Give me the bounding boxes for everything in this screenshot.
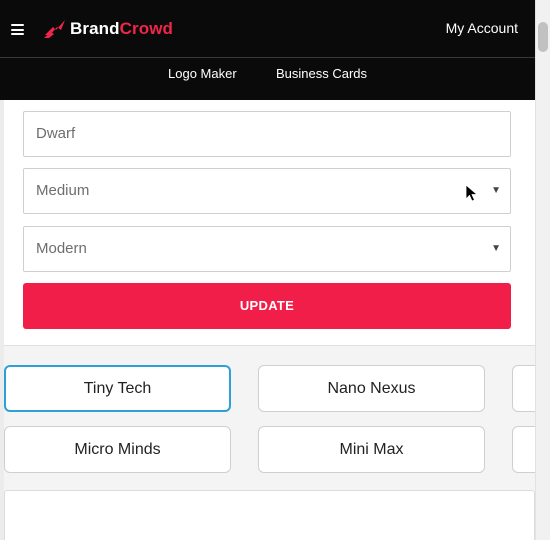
content-panel <box>4 490 535 540</box>
name-option[interactable]: Nano Nexus <box>258 365 485 412</box>
name-option[interactable]: Tiny Tech <box>4 365 231 412</box>
hamburger-menu-icon[interactable] <box>11 24 24 35</box>
brandcrowd-logo[interactable]: BrandCrowd <box>43 17 173 41</box>
name-input[interactable]: Dwarf <box>23 111 511 157</box>
dropdown-caret-icon: ▼ <box>491 243 501 254</box>
name-option[interactable]: Micro Minds <box>4 426 231 473</box>
nav-business-cards[interactable]: Business Cards <box>276 66 367 81</box>
update-button[interactable]: UPDATE <box>23 283 511 329</box>
name-option[interactable] <box>512 426 535 473</box>
top-bar: BrandCrowd My Account <box>0 0 535 58</box>
my-account-link[interactable]: My Account <box>446 20 518 36</box>
logo-crowd-text: Crowd <box>119 19 174 38</box>
brandcrowd-logo-icon <box>44 20 65 38</box>
name-option[interactable] <box>512 365 535 412</box>
sub-navigation: Logo Maker Business Cards <box>0 66 535 86</box>
filter-form: Dwarf Medium ▼ Modern ▼ UPDATE <box>4 100 535 345</box>
name-option[interactable]: Mini Max <box>258 426 485 473</box>
site-header: BrandCrowd My Account Logo Maker Busines… <box>0 0 550 100</box>
name-input-value: Dwarf <box>36 125 76 142</box>
dropdown-caret-icon: ▼ <box>491 185 501 196</box>
scrollbar-thumb[interactable] <box>538 22 548 52</box>
header-divider <box>0 57 535 58</box>
size-select-value: Medium <box>36 182 90 199</box>
size-select[interactable]: Medium ▼ <box>23 168 511 214</box>
nav-logo-maker[interactable]: Logo Maker <box>168 66 237 81</box>
logo-brand-text: Brand <box>70 19 120 38</box>
logo-text: BrandCrowd <box>70 19 173 39</box>
style-select-value: Modern <box>36 240 87 257</box>
name-suggestions: Tiny Tech Nano Nexus Micro Minds Mini Ma… <box>4 345 535 540</box>
mouse-pointer-icon <box>465 184 479 202</box>
scrollbar[interactable] <box>535 0 550 540</box>
style-select[interactable]: Modern ▼ <box>23 226 511 272</box>
